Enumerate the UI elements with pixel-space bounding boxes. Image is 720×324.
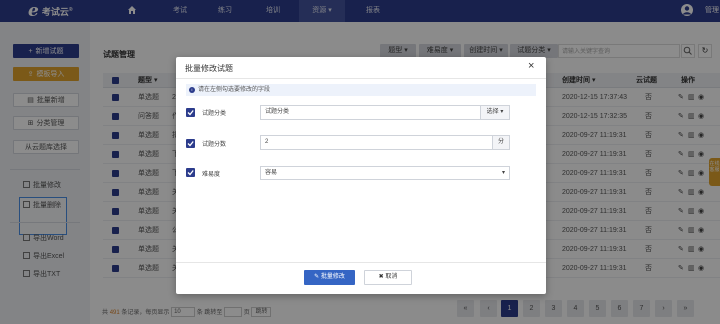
checkmark-icon (187, 110, 194, 116)
dialog-title: 批量修改试题 (185, 64, 233, 73)
score-unit-addon: 分 (492, 135, 510, 150)
category-select-button[interactable]: 选择 ▾ (480, 105, 510, 120)
checkmark-icon (187, 141, 194, 147)
score-label: 试题分数 (202, 142, 227, 148)
category-label: 试题分类 (202, 111, 227, 117)
score-checkbox[interactable] (186, 139, 195, 148)
bulk-edit-dialog: 批量修改试题 × i 请在左侧勾选要修改的字段 试题分类 试题分类 选择 ▾ 试题… (176, 57, 546, 294)
difficulty-select[interactable]: 容易 ▾ (260, 166, 510, 180)
edit-icon: ✎ (314, 274, 321, 280)
checkmark-icon (187, 170, 194, 176)
bulk-edit-confirm-button[interactable]: ✎ 批量修改 (304, 270, 355, 285)
category-input[interactable]: 试题分类 (260, 105, 481, 120)
info-icon: i (189, 87, 195, 93)
dialog-divider (176, 78, 546, 79)
close-icon[interactable]: × (528, 60, 534, 72)
dialog-tip: i 请在左侧勾选要修改的字段 (186, 84, 536, 96)
chevron-down-icon: ▾ (501, 170, 505, 176)
difficulty-label: 难易度 (202, 172, 221, 178)
category-checkbox[interactable] (186, 108, 195, 117)
cancel-button[interactable]: ✖ 取消 (364, 270, 412, 285)
score-input[interactable]: 2 (260, 135, 493, 150)
difficulty-checkbox[interactable] (186, 168, 195, 177)
dialog-divider (176, 262, 546, 263)
